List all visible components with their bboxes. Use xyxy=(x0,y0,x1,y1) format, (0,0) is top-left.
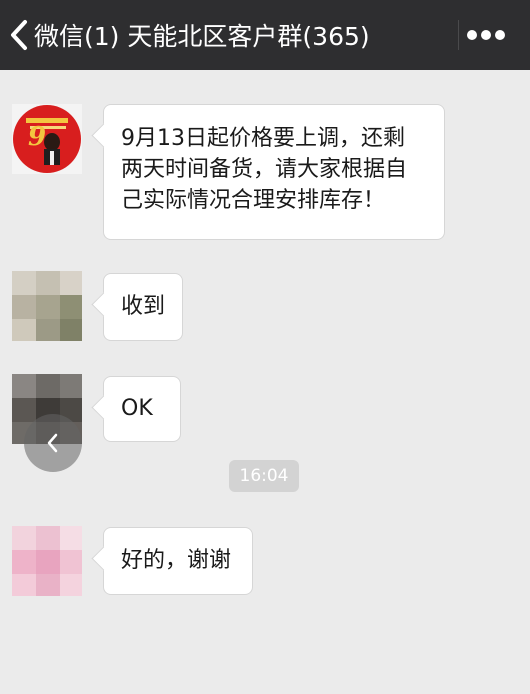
avatar-logo-image xyxy=(12,104,82,174)
chat-title: 天能北区客户群(365) xyxy=(127,22,370,51)
avatar-blurred-image xyxy=(12,271,82,341)
avatar-logo-number: 9 xyxy=(28,122,47,152)
chevron-left-icon xyxy=(47,433,58,453)
message-text: OK xyxy=(121,396,153,421)
message-bubble[interactable]: 好的，谢谢 xyxy=(103,527,253,595)
message-text: 9月13日起价格要上调，还剩 两天时间备货，请大家根据自 己实际情况合理安排库存… xyxy=(121,126,408,213)
timestamp-badge: 16:04 xyxy=(229,460,299,492)
message-bubble[interactable]: 9月13日起价格要上调，还剩 两天时间备货，请大家根据自 己实际情况合理安排库存… xyxy=(103,104,445,240)
message-bubble[interactable]: OK xyxy=(103,376,181,442)
floating-back-button[interactable] xyxy=(24,414,82,472)
message-bubble[interactable]: 收到 xyxy=(103,273,183,341)
back-label: 微信(1) xyxy=(34,22,120,51)
avatar-member[interactable] xyxy=(12,526,82,596)
more-options-button[interactable] xyxy=(456,0,516,70)
avatar-member[interactable] xyxy=(12,271,82,341)
back-button[interactable]: 微信(1) 天能北区客户群(365) xyxy=(8,0,370,70)
more-dots-icon xyxy=(467,30,505,40)
avatar-group-owner[interactable]: 9 xyxy=(12,104,82,174)
avatar-blurred-image xyxy=(12,526,82,596)
message-text: 收到 xyxy=(121,294,166,319)
chevron-left-icon xyxy=(11,20,27,50)
message-text: 好的，谢谢 xyxy=(121,548,232,573)
chat-header: 微信(1) 天能北区客户群(365) xyxy=(0,0,530,70)
